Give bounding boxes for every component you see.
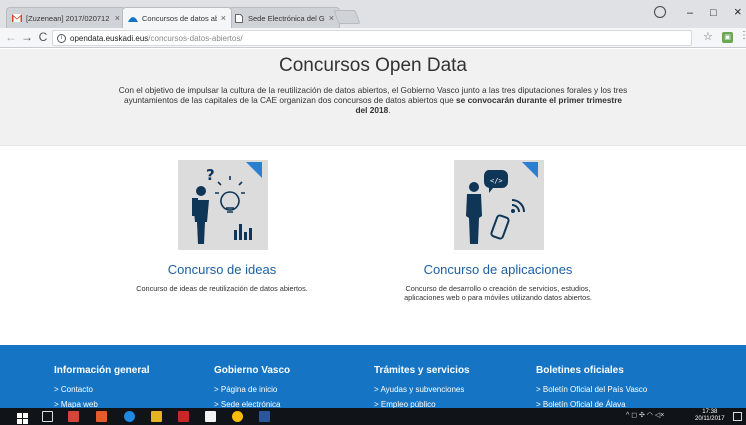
store-taskbar-icon[interactable] [205,411,216,422]
gmail-icon [12,14,22,23]
file-explorer-icon[interactable] [151,411,162,422]
minimize-button[interactable]: – [687,7,693,19]
word-taskbar-icon[interactable] [259,411,270,422]
footer-link[interactable]: > Boletín Oficial del País Vasco [536,385,647,394]
footer-link[interactable]: > Ayudas y subvenciones [374,385,470,394]
clock-date: 20/11/2017 [695,416,725,422]
tab-strip: [Zuzenean] 2017/020712 × Concursos de da… [0,0,746,28]
url-domain: opendata.euskadi.eus [70,33,149,43]
footer-link[interactable]: > Contacto [54,385,150,394]
pdf-taskbar-icon[interactable] [96,411,107,422]
page-title: Concursos Open Data [279,55,467,76]
tab-label: Sede Electrónica del Gob [248,13,325,23]
bookmark-star-icon[interactable]: ☆ [703,30,713,43]
ideas-contest-description: Concurso de ideas de reutilización de da… [136,284,308,293]
tab-gmail[interactable]: [Zuzenean] 2017/020712 × [6,7,126,28]
tab-label: [Zuzenean] 2017/020712 [26,13,110,23]
windows-taskbar: ^ ◻ ✣ ◠ ◁× 17:38 20/11/2017 [0,408,746,425]
edge-taskbar-icon[interactable] [124,411,135,422]
footer-heading: Trámites y servicios [374,365,470,376]
windows-start-icon[interactable] [17,411,28,424]
extension-icon[interactable]: ▣ [722,32,733,43]
svg-text:?: ? [206,166,215,184]
section-divider [0,145,746,146]
open-data-icon [128,14,138,23]
clock-time: 17:38 [702,409,718,415]
maximize-button[interactable]: □ [710,7,717,19]
intro-text: Con el objetivo de impulsar la cultura d… [118,85,628,115]
close-window-button[interactable]: × [734,4,742,19]
close-tab-icon[interactable]: × [221,13,226,23]
hero-section: Concursos Open Data Con el objetivo de i… [0,49,746,145]
svg-text:</>: </> [490,177,503,185]
tab-label: Concursos de datos abie [142,13,217,23]
footer-heading: Información general [54,365,150,376]
info-icon[interactable]: i [57,33,66,43]
apps-contest-link[interactable]: Concurso de aplicaciones [376,262,620,277]
chrome-taskbar-icon[interactable] [232,411,243,422]
reload-icon[interactable]: C [36,30,50,44]
tab-concursos[interactable]: Concursos de datos abie × [122,7,232,28]
apps-illustration[interactable]: </> [454,160,544,250]
tab-sede[interactable]: Sede Electrónica del Gob × [228,7,340,28]
site-footer: Información general > Contacto > Mapa we… [0,345,746,409]
intro-text-end: . [388,105,391,115]
profile-icon[interactable] [654,6,666,18]
page-icon [234,13,244,23]
browser-window: [Zuzenean] 2017/020712 × Concursos de da… [0,0,746,425]
apps-contest-description: Concurso de desarrollo o creación de ser… [404,284,592,302]
gmail-taskbar-icon[interactable] [68,411,79,422]
ideas-illustration[interactable]: ? [178,160,268,250]
close-tab-icon[interactable]: × [329,13,334,23]
menu-icon[interactable]: ⋮ [739,30,746,41]
notifications-icon[interactable] [733,412,742,421]
task-view-icon[interactable] [42,411,53,422]
tray-icons[interactable]: ^ ◻ ✣ ◠ ◁× [626,411,664,419]
system-clock[interactable]: 17:38 20/11/2017 [695,409,725,423]
forward-arrow-icon[interactable]: → [20,30,34,44]
browser-toolbar: ← → C i opendata.euskadi.eus/concursos-d… [0,28,746,48]
footer-link[interactable]: > Página de inicio [214,385,290,394]
footer-heading: Boletines oficiales [536,365,624,376]
url-path: /concursos-datos-abiertos/ [148,33,243,43]
address-bar[interactable]: i opendata.euskadi.eus/concursos-datos-a… [52,30,692,46]
security-taskbar-icon[interactable] [178,411,189,422]
new-tab-button[interactable] [333,10,361,24]
footer-heading: Gobierno Vasco [214,365,291,376]
back-arrow-icon[interactable]: ← [4,30,18,44]
close-tab-icon[interactable]: × [115,13,120,23]
ideas-contest-link[interactable]: Concurso de ideas [100,262,344,277]
